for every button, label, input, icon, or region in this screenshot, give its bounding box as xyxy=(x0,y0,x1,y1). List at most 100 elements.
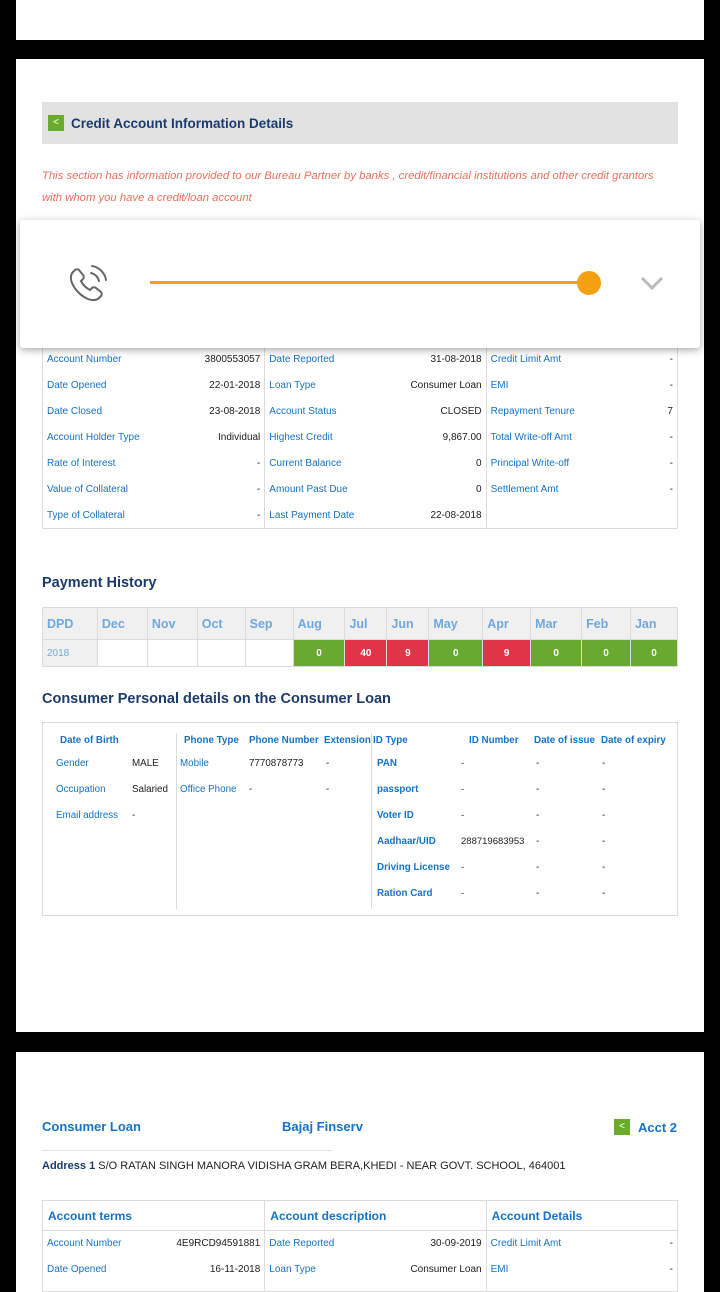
column-header: Account description xyxy=(265,1201,486,1231)
field-value: Individual xyxy=(218,432,261,443)
detail-row: Value of Collateral - xyxy=(43,481,264,507)
detail-row: Date Reported 30-09-2019 xyxy=(265,1231,485,1257)
field-label: Amount Past Due xyxy=(269,484,348,495)
phone-type: Office Phone xyxy=(180,784,237,795)
account2-details-table: Account terms Account Number 4E9RCD9459188… xyxy=(42,1200,678,1292)
detail-row: Date Closed 23-08-2018 xyxy=(43,403,264,429)
detail-row: Date Opened 22-01-2018 xyxy=(43,377,264,403)
field-label: Current Balance xyxy=(269,458,342,469)
ph-value-cell xyxy=(146,639,198,667)
id-issue-date: - xyxy=(536,888,540,899)
detail-row: Amount Past Due 0 xyxy=(265,481,485,507)
field-label: Repayment Tenure xyxy=(490,406,575,417)
ph-header-cell: Apr xyxy=(482,607,532,640)
ph-header-cell: Nov xyxy=(146,607,198,640)
field-label: Rate of Interest xyxy=(47,458,116,469)
divider xyxy=(371,733,372,909)
field-value: 22-01-2018 xyxy=(209,380,261,391)
dob-header: Date of Birth xyxy=(60,735,119,746)
section-intro: This section has information provided to… xyxy=(42,170,654,204)
detail-row: Current Balance 0 xyxy=(265,455,485,481)
id-column-header: ID Number xyxy=(469,735,519,746)
field-label: Date Reported xyxy=(269,1238,335,1249)
field-label: Type of Collateral xyxy=(47,510,125,521)
id-expiry-date: - xyxy=(602,862,606,873)
detail-row: Highest Credit 9,867.00 xyxy=(265,429,485,455)
chevron-down-icon[interactable] xyxy=(640,275,664,291)
address-value: S/O RATAN SINGH MANORA VIDISHA GRAM BERA… xyxy=(98,1160,566,1172)
account-description-column: Account description Date Reported 30-09-20… xyxy=(265,1201,487,1291)
id-issue-date: - xyxy=(536,758,540,769)
field-value: 23-08-2018 xyxy=(209,406,261,417)
id-number: - xyxy=(461,862,465,873)
id-column-header: Date of expiry xyxy=(601,735,666,746)
ph-value-cell: 0 xyxy=(581,639,631,667)
id-column-header: ID Type xyxy=(373,735,408,746)
field-value: Consumer Loan xyxy=(410,380,482,391)
progress-handle[interactable] xyxy=(577,271,601,295)
id-expiry-date: - xyxy=(602,810,606,821)
account-details-column: Account Details Credit Limit Amt - EMI - xyxy=(486,1201,677,1291)
field-value: - xyxy=(669,1238,673,1249)
id-expiry-date: - xyxy=(602,836,606,847)
personal-field-label: Email address xyxy=(56,810,119,821)
account-details-table: Account Number 3800553057 Date Opened 22-01… xyxy=(42,344,678,529)
phone-ringing-icon[interactable] xyxy=(64,262,110,308)
field-value: - xyxy=(669,432,673,443)
account-details-column: Credit Limit Amt - EMI - Repayment Tenure 7 To… xyxy=(487,345,677,528)
detail-row: Loan Type Consumer Loan xyxy=(265,377,485,403)
id-number: 288719683953 xyxy=(461,836,525,847)
id-type: Driving License xyxy=(377,862,450,873)
progress-track[interactable] xyxy=(150,281,590,284)
ph-value-cell: 0 xyxy=(428,639,484,667)
payment-history-table: DPD Dec Nov Oct Sep Aug Jul Jun May Apr Mar Feb Jan … xyxy=(42,607,679,667)
column-header: Account Details xyxy=(486,1201,677,1231)
field-label: Loan Type xyxy=(269,1264,316,1275)
detail-row: Account Number 3800553057 xyxy=(43,351,264,377)
field-value: - xyxy=(256,458,261,469)
phone-number: - xyxy=(249,784,253,795)
field-label: Settlement Amt xyxy=(490,484,559,495)
id-expiry-date: - xyxy=(602,784,606,795)
field-value: Consumer Loan xyxy=(410,1264,482,1275)
field-label: Account Number xyxy=(47,1238,122,1249)
account-terms-column: Account terms Account Number 4E9RCD9459188… xyxy=(43,1201,266,1291)
id-number: - xyxy=(461,758,465,769)
ph-header-cell: Jan xyxy=(629,607,679,640)
detail-row: Repayment Tenure 7 xyxy=(487,403,677,429)
phone-column-header: Phone Number xyxy=(249,735,319,746)
ph-value-cell xyxy=(244,639,294,667)
loan-type-label: Consumer Loan xyxy=(42,1119,141,1134)
address-line: Address 1 S/O RATAN SINGH MANORA VIDISHA… xyxy=(42,1160,565,1172)
ph-header-cell: DPD xyxy=(42,607,98,640)
detail-row: Last Payment Date 22-08-2018 xyxy=(265,507,485,533)
divider xyxy=(42,1150,332,1151)
ph-value-cell: 0 xyxy=(629,639,679,667)
divider xyxy=(176,733,177,909)
detail-row: Date Reported 31-08-2018 xyxy=(265,351,485,377)
detail-row: Account Holder Type Individual xyxy=(43,429,264,455)
field-value: - xyxy=(669,354,673,365)
detail-row: EMI - xyxy=(487,1257,677,1283)
id-number: - xyxy=(461,810,465,821)
prev-account-button[interactable]: < xyxy=(614,1119,630,1135)
field-value: 31-08-2018 xyxy=(430,354,482,365)
phone-column-header: Phone Type xyxy=(184,735,239,746)
field-value: CLOSED xyxy=(440,406,482,417)
id-issue-date: - xyxy=(536,784,540,795)
phone-number: 7770878773 xyxy=(249,758,304,769)
detail-row: Loan Type Consumer Loan xyxy=(265,1257,485,1283)
id-issue-date: - xyxy=(536,836,540,847)
back-button[interactable]: < xyxy=(48,115,64,131)
field-value: - xyxy=(669,458,673,469)
id-expiry-date: - xyxy=(602,758,606,769)
lender-name: Bajaj Finserv xyxy=(282,1119,363,1134)
account2-card: Consumer Loan Bajaj Finserv < Acct 2 Add… xyxy=(16,1052,704,1292)
ph-value-cell: 9 xyxy=(386,639,430,667)
detail-row: EMI - xyxy=(487,377,677,403)
field-label: Loan Type xyxy=(269,380,316,391)
personal-details-title: Consumer Personal details on the Consume… xyxy=(42,691,391,707)
phone-extension: - xyxy=(326,784,330,795)
detail-row: Principal Write-off - xyxy=(487,455,677,481)
field-value: 9,867.00 xyxy=(442,432,482,443)
